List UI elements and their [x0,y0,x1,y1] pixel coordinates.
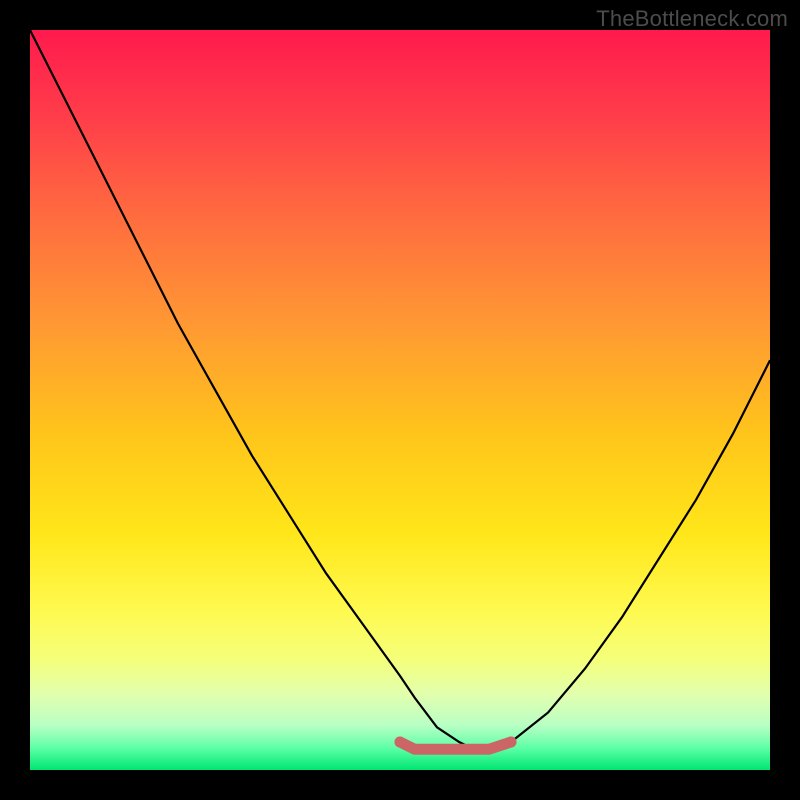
bottleneck-curve-line [30,30,770,749]
chart-plot-area [30,30,770,770]
watermark-text: TheBottleneck.com [596,6,788,32]
optimal-band-end-left [395,736,406,747]
optimal-band-end-right [506,736,517,747]
optimal-band-line [400,742,511,749]
chart-svg [30,30,770,770]
